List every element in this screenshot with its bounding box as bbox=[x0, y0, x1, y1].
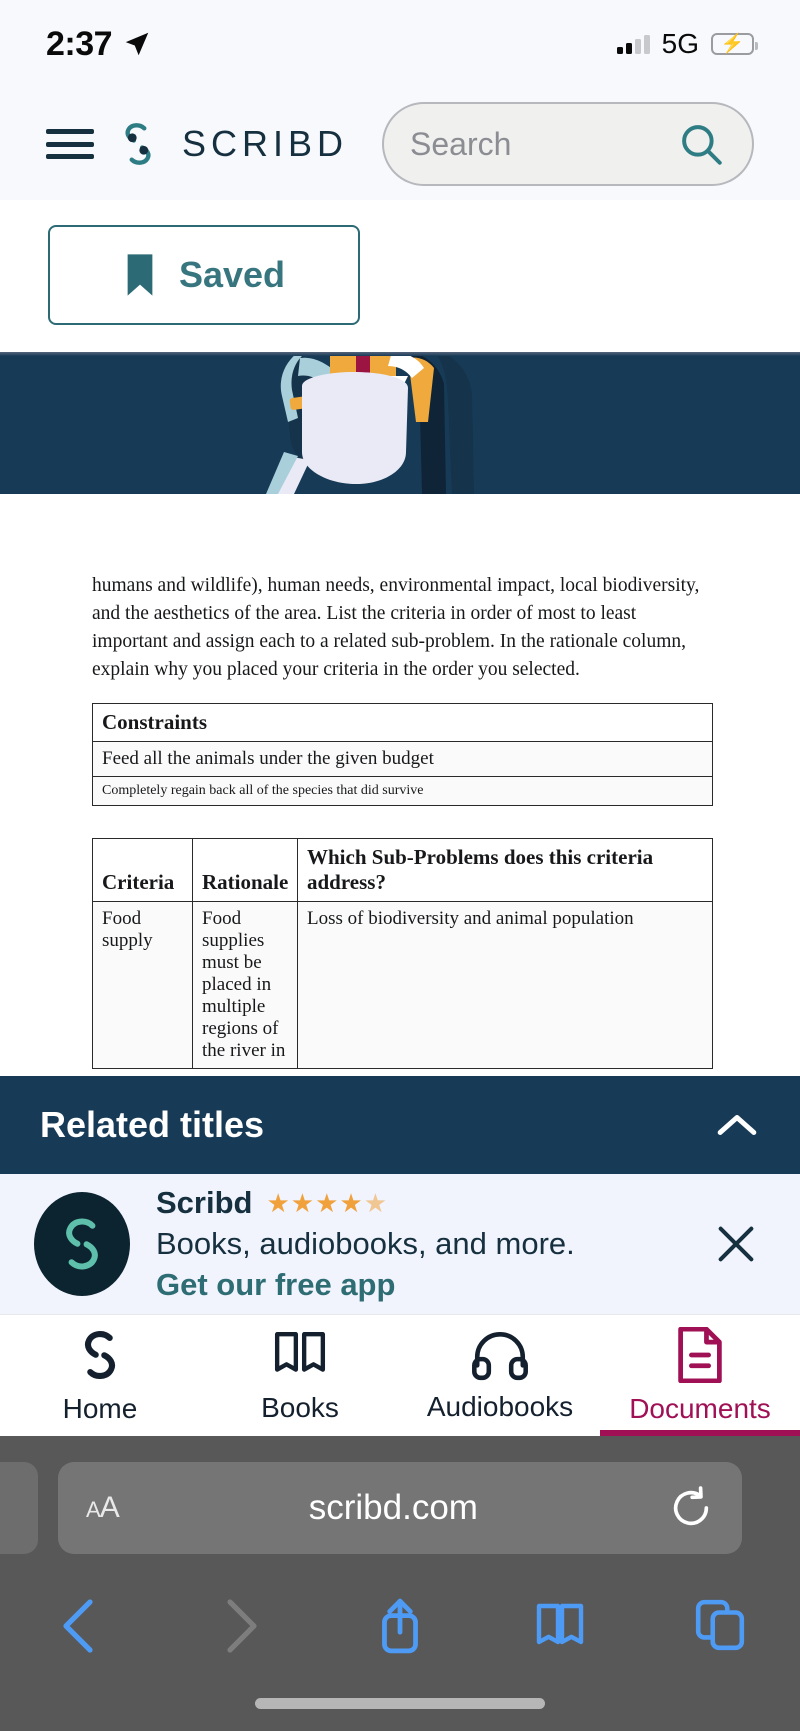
reload-icon[interactable] bbox=[668, 1484, 714, 1532]
status-bar-left: 2:37 bbox=[46, 25, 152, 64]
open-book-icon bbox=[274, 1331, 326, 1372]
back-button[interactable] bbox=[0, 1598, 160, 1654]
scribd-logo-icon bbox=[84, 1330, 116, 1379]
document-actions-row: Saved bbox=[0, 200, 800, 350]
hero-top-gradient bbox=[0, 352, 800, 356]
headphones-icon bbox=[472, 1331, 528, 1380]
tabs-button[interactable] bbox=[640, 1599, 800, 1653]
adjacent-tab-peek[interactable] bbox=[0, 1462, 38, 1554]
constraints-table: Constraints Feed all the animals under t… bbox=[92, 702, 713, 806]
tab-books[interactable]: Books bbox=[200, 1315, 400, 1436]
chevron-left-icon bbox=[63, 1599, 93, 1653]
constraints-header: Constraints bbox=[92, 702, 713, 742]
promo-app-name: Scribd bbox=[156, 1185, 253, 1220]
scribd-logo-icon bbox=[125, 123, 151, 165]
share-icon bbox=[382, 1598, 418, 1654]
table-row: Feed all the animals under the given bud… bbox=[92, 740, 713, 777]
rating-stars: ★★★★★ bbox=[266, 1187, 389, 1218]
criteria-cell: Food supply bbox=[92, 900, 193, 1069]
chevron-right-icon bbox=[227, 1599, 257, 1653]
table-row: Constraints bbox=[92, 702, 713, 742]
tab-documents[interactable]: Documents bbox=[600, 1315, 800, 1436]
related-titles-label: Related titles bbox=[40, 1104, 265, 1145]
subproblems-cell: Loss of biodiversity and animal populati… bbox=[297, 900, 713, 1069]
constraint-cell: Feed all the animals under the given bud… bbox=[92, 740, 713, 777]
promo-text-block: Scribd ★★★★★ Books, audiobooks, and more… bbox=[156, 1185, 575, 1303]
tab-label: Books bbox=[261, 1391, 339, 1423]
avatar bbox=[34, 1192, 130, 1296]
text-size-button[interactable]: AAAA bbox=[86, 1491, 120, 1525]
tab-label: Audiobooks bbox=[426, 1390, 574, 1422]
tabs-icon bbox=[695, 1599, 745, 1651]
rationale-col-header: Rationale bbox=[192, 837, 298, 902]
scribd-logo-icon bbox=[66, 1218, 98, 1270]
book-icon bbox=[536, 1603, 584, 1645]
scribd-wordmark: SCRIBD bbox=[182, 123, 349, 164]
document-paragraph: humans and wildlife), human needs, envir… bbox=[92, 575, 700, 680]
network-type-label: 5G bbox=[661, 28, 699, 59]
promo-subtitle: Books, audiobooks, and more. bbox=[156, 1226, 575, 1261]
criteria-table: Criteria Rationale Which Sub-Problems do… bbox=[92, 837, 713, 1069]
chevron-up-icon[interactable] bbox=[714, 1110, 760, 1140]
home-indicator bbox=[255, 1698, 545, 1709]
tab-audiobooks[interactable]: Audiobooks bbox=[400, 1315, 600, 1436]
subproblems-col-header: Which Sub-Problems does this criteria ad… bbox=[297, 837, 713, 902]
ios-status-bar: 2:37 5G ⚡ bbox=[0, 0, 800, 88]
bottom-tab-bar: Home Books Audiobooks Documents bbox=[0, 1314, 800, 1436]
people-holding-book-illustration bbox=[266, 352, 474, 494]
criteria-col-header: Criteria bbox=[92, 837, 193, 902]
hamburger-menu-icon[interactable] bbox=[46, 126, 94, 162]
tab-home[interactable]: Home bbox=[0, 1315, 200, 1436]
document-icon bbox=[678, 1326, 722, 1383]
cellular-bars-icon bbox=[616, 34, 650, 54]
search-icon[interactable] bbox=[676, 119, 726, 169]
table-header-row: Criteria Rationale Which Sub-Problems do… bbox=[92, 837, 713, 902]
hero-banner bbox=[0, 352, 800, 494]
app-promo-banner[interactable]: Scribd ★★★★★ Books, audiobooks, and more… bbox=[0, 1174, 800, 1314]
safari-browser-chrome: AAAA scribd.com bbox=[0, 1436, 800, 1731]
location-arrow-icon bbox=[125, 32, 149, 56]
mobile-browser-screen: 2:37 5G ⚡ SCRIBD Search Saved humans and… bbox=[0, 0, 800, 1731]
save-button[interactable]: Saved bbox=[48, 225, 360, 325]
table-row: Food supply Food supplies must be placed… bbox=[92, 900, 713, 1069]
related-titles-bar[interactable]: Related titles bbox=[0, 1076, 800, 1174]
close-icon[interactable] bbox=[706, 1214, 766, 1274]
search-placeholder: Search bbox=[410, 125, 512, 162]
document-page: humans and wildlife), human needs, envir… bbox=[0, 494, 800, 1069]
share-button[interactable] bbox=[320, 1597, 480, 1655]
constraint-cell: Completely regain back all of the specie… bbox=[92, 775, 713, 806]
browser-nav-row bbox=[0, 1586, 800, 1666]
url-text: scribd.com bbox=[308, 1488, 478, 1527]
tab-label: Home bbox=[62, 1392, 138, 1424]
save-button-label: Saved bbox=[178, 254, 286, 295]
bookmarks-button[interactable] bbox=[480, 1600, 640, 1652]
battery-charging-icon: ⚡ bbox=[711, 33, 758, 55]
status-bar-right: 5G ⚡ bbox=[616, 28, 758, 60]
clock-time: 2:37 bbox=[46, 24, 113, 63]
get-app-link[interactable]: Get our free app bbox=[156, 1267, 575, 1303]
tab-label: Documents bbox=[629, 1392, 771, 1424]
rationale-cell: Food supplies must be placed in multiple… bbox=[192, 900, 298, 1069]
address-bar[interactable]: AAAA scribd.com bbox=[58, 1462, 742, 1554]
document-viewer[interactable]: humans and wildlife), human needs, envir… bbox=[0, 494, 800, 1076]
search-input[interactable]: Search bbox=[382, 102, 754, 186]
promo-title-row: Scribd ★★★★★ bbox=[156, 1185, 575, 1221]
bookmark-filled-icon bbox=[127, 254, 153, 296]
scribd-app-header: SCRIBD Search bbox=[0, 88, 800, 200]
table-row: Completely regain back all of the specie… bbox=[92, 775, 713, 806]
forward-button[interactable] bbox=[160, 1598, 320, 1654]
